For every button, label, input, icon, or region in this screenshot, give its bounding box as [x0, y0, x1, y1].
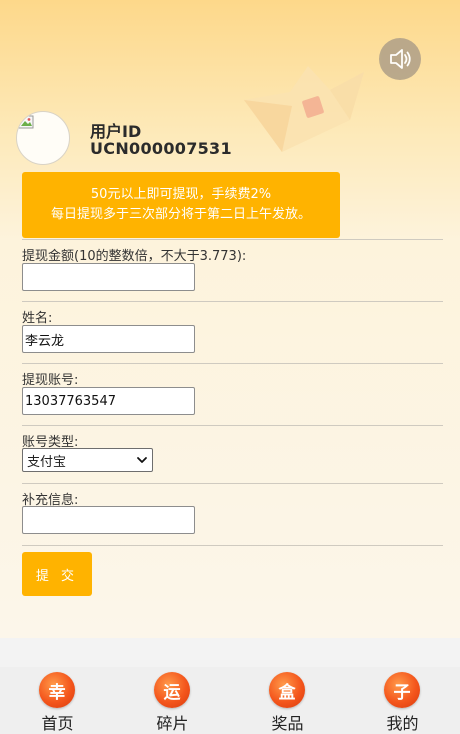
notice-line-2: 每日提现多于三次部分将于第二日上午发放。: [50, 207, 311, 222]
speaker-icon: [390, 49, 411, 69]
withdraw-page: 用户ID UCN000007531 50元以上即可提现，手续费2% 每日提现多于…: [0, 0, 460, 638]
decorative-hat-icon: [244, 66, 364, 152]
extra-info-input[interactable]: [22, 506, 195, 534]
chevron-down-icon: [137, 457, 147, 463]
account-type-selected: 支付宝: [27, 454, 67, 470]
tab-label: 奖品: [271, 714, 304, 733]
box-badge-icon: 盒: [269, 672, 305, 708]
lucky-badge-icon: 幸: [39, 672, 75, 708]
divider: [22, 483, 443, 484]
submit-button[interactable]: 提 交: [22, 552, 92, 596]
fortune-badge-icon: 运: [154, 672, 190, 708]
account-input[interactable]: [22, 387, 195, 415]
tab-label: 首页: [41, 714, 74, 733]
avatar: [16, 111, 70, 165]
tab-prizes[interactable]: 盒 奖品: [230, 667, 345, 734]
withdraw-notice: 50元以上即可提现，手续费2% 每日提现多于三次部分将于第二日上午发放。: [22, 172, 340, 238]
account-type-select[interactable]: 支付宝: [22, 448, 153, 472]
tab-label: 碎片: [156, 714, 189, 733]
bottom-tab-bar: 幸 首页 运 碎片 盒 奖品 子 我的: [0, 667, 460, 734]
account-label: 提现账号:: [22, 373, 79, 388]
tab-fragments[interactable]: 运 碎片: [115, 667, 230, 734]
amount-label: 提现金额(10的整数倍，不大于3.773):: [22, 249, 247, 264]
tab-mine[interactable]: 子 我的: [345, 667, 460, 734]
broken-image-icon: [18, 115, 34, 129]
divider: [22, 545, 443, 546]
tab-label: 我的: [386, 714, 419, 733]
divider: [22, 363, 443, 364]
divider: [22, 301, 443, 302]
notice-line-1: 50元以上即可提现，手续费2%: [90, 187, 272, 202]
child-badge-icon: 子: [384, 672, 420, 708]
amount-input[interactable]: [22, 263, 195, 291]
divider: [22, 425, 443, 426]
name-input[interactable]: [22, 325, 195, 353]
sound-toggle-button[interactable]: [379, 38, 421, 80]
divider: [22, 239, 443, 240]
tab-home[interactable]: 幸 首页: [0, 667, 115, 734]
user-id-value: UCN000007531: [90, 139, 232, 158]
name-label: 姓名:: [22, 311, 53, 326]
